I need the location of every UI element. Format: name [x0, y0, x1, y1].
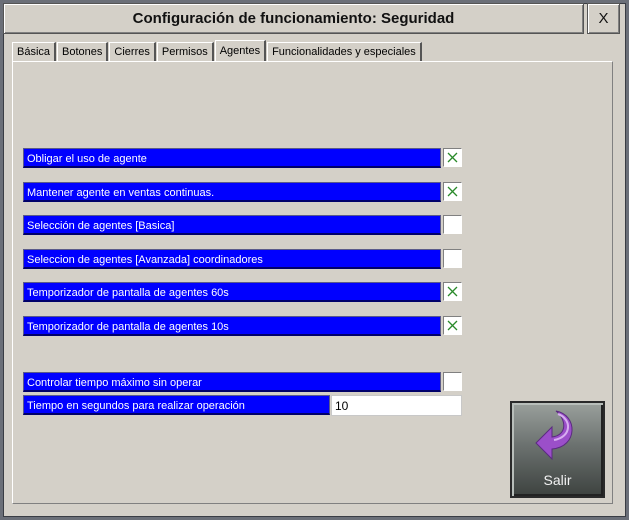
check-x-icon	[447, 320, 458, 331]
option-row: Controlar tiempo máximo sin operar	[23, 372, 463, 392]
close-button[interactable]: X	[587, 3, 620, 34]
check-x-icon	[447, 152, 458, 163]
option-checkbox[interactable]	[443, 372, 462, 391]
option-checkbox[interactable]	[443, 316, 462, 335]
option-label: Mantener agente en ventas continuas.	[23, 182, 441, 202]
tab-botones[interactable]: Botones	[57, 42, 109, 61]
return-arrow-icon	[535, 410, 573, 461]
option-row: Obligar el uso de agente	[23, 148, 463, 168]
option-row: Selección de agentes [Basica]	[23, 215, 463, 235]
tab-funcionalidades[interactable]: Funcionalidades y especiales	[267, 42, 422, 61]
tab-cierres[interactable]: Cierres	[109, 42, 156, 61]
timeout-row: Tiempo en segundos para realizar operaci…	[23, 395, 463, 417]
option-label: Obligar el uso de agente	[23, 148, 441, 168]
option-checkbox[interactable]	[443, 215, 462, 234]
option-label: Controlar tiempo máximo sin operar	[23, 372, 441, 392]
tab-basica[interactable]: Básica	[12, 42, 57, 61]
option-row: Temporizador de pantalla de agentes 10s	[23, 316, 463, 336]
check-x-icon	[447, 286, 458, 297]
tab-agentes[interactable]: Agentes	[214, 40, 267, 61]
option-checkbox[interactable]	[443, 148, 462, 167]
window-title: Configuración de funcionamiento: Segurid…	[3, 3, 584, 34]
option-checkbox[interactable]	[443, 282, 462, 301]
timeout-input[interactable]: 10	[331, 395, 462, 416]
tab-bar: Básica Botones Cierres Permisos Agentes …	[12, 40, 423, 62]
option-label: Selección de agentes [Basica]	[23, 215, 441, 235]
check-x-icon	[447, 186, 458, 197]
option-label: Seleccion de agentes [Avanzada] coordina…	[23, 249, 441, 269]
option-label: Temporizador de pantalla de agentes 10s	[23, 316, 441, 336]
option-label: Temporizador de pantalla de agentes 60s	[23, 282, 441, 302]
option-row: Seleccion de agentes [Avanzada] coordina…	[23, 249, 463, 269]
tab-permisos[interactable]: Permisos	[156, 42, 214, 61]
option-checkbox[interactable]	[443, 182, 462, 201]
option-row: Temporizador de pantalla de agentes 60s	[23, 282, 463, 302]
exit-button-label: Salir	[543, 472, 572, 488]
exit-button[interactable]: Salir	[510, 401, 605, 498]
option-checkbox[interactable]	[443, 249, 462, 268]
option-row: Mantener agente en ventas continuas.	[23, 182, 463, 202]
timeout-label: Tiempo en segundos para realizar operaci…	[23, 395, 330, 415]
